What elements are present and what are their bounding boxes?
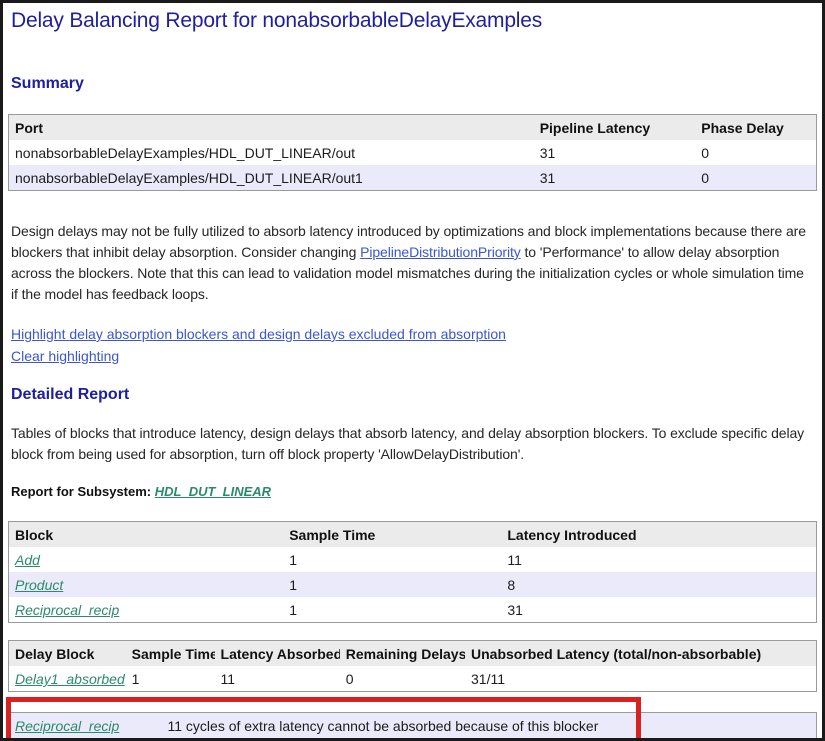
pipeline-distribution-priority-link[interactable]: PipelineDistributionPriority bbox=[360, 244, 521, 260]
sample-time-cell: 1 bbox=[283, 572, 501, 597]
sample-time-col: Sample Time bbox=[126, 641, 215, 667]
block-col: Block bbox=[9, 522, 284, 548]
sample-time-col: Sample Time bbox=[283, 522, 501, 548]
latency-absorbed-col: Latency Absorbed bbox=[215, 641, 340, 667]
report-page: Delay Balancing Report for nonabsorbable… bbox=[0, 0, 825, 741]
latency-introduced-col: Latency Introduced bbox=[501, 522, 816, 548]
pipeline-latency-cell: 31 bbox=[534, 165, 696, 191]
blocker-table: Reciprocal_recip 11 cycles of extra late… bbox=[8, 712, 817, 739]
delay-block-col: Delay Block bbox=[9, 641, 126, 667]
summary-col-pipeline-latency: Pipeline Latency bbox=[534, 115, 696, 141]
blocker-section: Reciprocal_recip 11 cycles of extra late… bbox=[8, 712, 817, 739]
summary-col-phase-delay: Phase Delay bbox=[695, 115, 816, 141]
remaining-delays-cell: 0 bbox=[340, 666, 465, 692]
port-cell: nonabsorbableDelayExamples/HDL_DUT_LINEA… bbox=[9, 165, 534, 191]
highlight-actions: Highlight delay absorption blockers and … bbox=[11, 323, 814, 367]
blocker-message-cell: 11 cycles of extra latency cannot be abs… bbox=[162, 713, 817, 739]
delay1-absorbed-link[interactable]: Delay1_absorbed bbox=[15, 671, 125, 687]
block-table-header-row: Block Sample Time Latency Introduced bbox=[9, 522, 817, 548]
phase-delay-cell: 0 bbox=[695, 140, 816, 165]
clear-highlighting-link[interactable]: Clear highlighting bbox=[11, 345, 119, 367]
table-row: Add 1 11 bbox=[9, 547, 817, 572]
highlight-blockers-link[interactable]: Highlight delay absorption blockers and … bbox=[11, 323, 506, 345]
block-cell: Reciprocal_recip bbox=[9, 597, 284, 623]
table-row: Reciprocal_recip 1 31 bbox=[9, 597, 817, 623]
subsystem-label: Report for Subsystem: bbox=[11, 484, 151, 499]
remaining-delays-col: Remaining Delays bbox=[340, 641, 465, 667]
table-row: nonabsorbableDelayExamples/HDL_DUT_LINEA… bbox=[9, 165, 817, 191]
reciprocal-recip-block-link[interactable]: Reciprocal_recip bbox=[15, 602, 119, 618]
table-row: Product 1 8 bbox=[9, 572, 817, 597]
product-block-link[interactable]: Product bbox=[15, 577, 63, 593]
sample-time-cell: 1 bbox=[283, 547, 501, 572]
unabsorbed-latency-col: Unabsorbed Latency (total/non-absorbable… bbox=[465, 641, 817, 667]
sample-time-cell: 1 bbox=[126, 666, 215, 692]
latency-cell: 31 bbox=[501, 597, 816, 623]
delay-block-cell: Delay1_absorbed bbox=[9, 666, 126, 692]
blocker-row: Reciprocal_recip 11 cycles of extra late… bbox=[9, 713, 817, 739]
port-cell: nonabsorbableDelayExamples/HDL_DUT_LINEA… bbox=[9, 140, 534, 165]
absorption-notice: Design delays may not be fully utilized … bbox=[11, 221, 814, 305]
block-table: Block Sample Time Latency Introduced Add… bbox=[8, 521, 817, 623]
add-block-link[interactable]: Add bbox=[15, 552, 40, 568]
subsystem-link[interactable]: HDL_DUT_LINEAR bbox=[155, 484, 271, 499]
latency-absorbed-cell: 11 bbox=[215, 666, 340, 692]
page-title: Delay Balancing Report for nonabsorbable… bbox=[11, 8, 814, 34]
subsystem-line: Report for Subsystem: HDL_DUT_LINEAR bbox=[11, 484, 814, 500]
latency-cell: 8 bbox=[501, 572, 816, 597]
summary-table: Port Pipeline Latency Phase Delay nonabs… bbox=[8, 114, 817, 191]
phase-delay-cell: 0 bbox=[695, 165, 816, 191]
block-cell: Product bbox=[9, 572, 284, 597]
table-row: Delay1_absorbed 1 11 0 31/11 bbox=[9, 666, 817, 692]
latency-cell: 11 bbox=[501, 547, 816, 572]
detailed-report-heading: Detailed Report bbox=[11, 385, 817, 404]
blocker-block-cell: Reciprocal_recip bbox=[9, 713, 162, 739]
sample-time-cell: 1 bbox=[283, 597, 501, 623]
unabsorbed-latency-cell: 31/11 bbox=[465, 666, 817, 692]
reciprocal-recip-blocker-link[interactable]: Reciprocal_recip bbox=[15, 718, 119, 734]
delay-block-table: Delay Block Sample Time Latency Absorbed… bbox=[8, 640, 817, 692]
summary-col-port: Port bbox=[9, 115, 534, 141]
detailed-report-description: Tables of blocks that introduce latency,… bbox=[11, 423, 814, 465]
delay-table-header-row: Delay Block Sample Time Latency Absorbed… bbox=[9, 641, 817, 667]
summary-heading: Summary bbox=[11, 74, 817, 93]
table-row: nonabsorbableDelayExamples/HDL_DUT_LINEA… bbox=[9, 140, 817, 165]
summary-header-row: Port Pipeline Latency Phase Delay bbox=[9, 115, 817, 141]
block-cell: Add bbox=[9, 547, 284, 572]
pipeline-latency-cell: 31 bbox=[534, 140, 696, 165]
